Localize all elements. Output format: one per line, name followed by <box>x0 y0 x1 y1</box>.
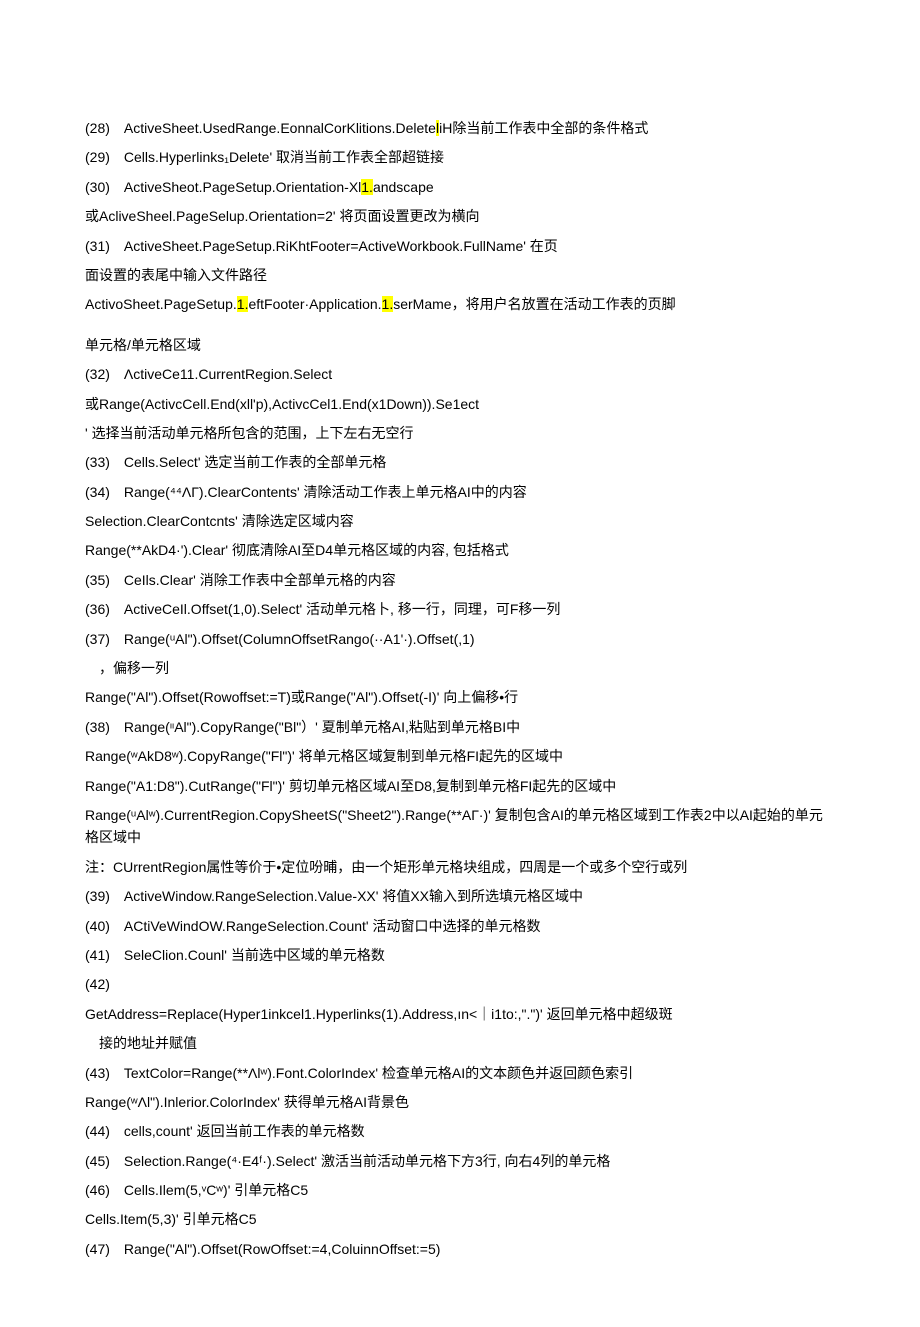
text-line: (34) Range(⁴⁴ΛΓ).ClearContents' 清除活动工作表上… <box>85 481 835 503</box>
text-line: (33) Cells.Select' 选定当前工作表的全部单元格 <box>85 451 835 473</box>
text-line: 或Range(ActivcCell.End(xll'p),ActivcCel1.… <box>85 393 835 415</box>
text-line: (32) ΛctiveCe11.CurrentRegion.Select <box>85 363 835 385</box>
text-line: (35) CeIls.Clear' 消除工作表中全部单元格的内容 <box>85 569 835 591</box>
text-line: Cells.Item(5,3)' 引单元格C5 <box>85 1208 835 1230</box>
document-body: (28) ActiveSheet.UsedRange.EonnalCorKlit… <box>85 117 835 1260</box>
text-line: Range("Al").Offset(Rowoffset:=T)或Range("… <box>85 686 835 708</box>
text-line: Range(**AkD4·').Clear' 彻底清除AI至D4单元格区域的内容… <box>85 539 835 561</box>
text-line: (29) Cells.Hyperlinks₁Delete' 取消当前工作表全部超… <box>85 146 835 168</box>
text-line: (39) ActiveWindow.RangeSelection.Value-X… <box>85 885 835 907</box>
text-line: (37) Range(ᵘAl").Offset(ColumnOffsetRang… <box>85 628 835 650</box>
text-line: (31) ActiveSheet.PageSetup.RiKhtFooter=A… <box>85 235 835 257</box>
text-line: Range("A1:D8").CutRange("Fl")' 剪切单元格区域AI… <box>85 775 835 797</box>
text-line: (38) Range(ᶥᶥAl").CopyRange("Bl"）' 夏制单元格… <box>85 716 835 738</box>
text-line: GetAddress=Replace(Hyper1inkcel1.Hyperli… <box>85 1003 835 1025</box>
text-line: 注：CUrrentRegion属性等价于•定位吩晡，由一个矩形单元格块组成，四周… <box>85 856 835 878</box>
text-line: (43) TextColor=Range(**Λlʷ).Font.ColorIn… <box>85 1062 835 1084</box>
text-line: ' 选择当前活动单元格所包含的范围，上下左右无空行 <box>85 422 835 444</box>
text-line: Range(ʷΛl").Inlerior.ColorIndex' 获得单元格AI… <box>85 1091 835 1113</box>
text-line: Selection.ClearContcnts' 清除选定区域内容 <box>85 510 835 532</box>
text-line: Range(ᵘAlʷ).CurrentRegion.CopySheetS("Sh… <box>85 804 835 849</box>
text-line: 或AcliveSheel.PageSelup.Orientation=2' 将页… <box>85 205 835 227</box>
text-line: Range(ʷAkD8ʷ).CopyRange("Fl")' 将单元格区域复制到… <box>85 745 835 767</box>
text-line: (41) SeleClion.Counl' 当前选中区域的单元格数 <box>85 944 835 966</box>
text-line: (30) ActiveSheot.PageSetup.Orientation-X… <box>85 176 835 198</box>
text-line: (40) ACtiVeWindOW.RangeSelection.Count' … <box>85 915 835 937</box>
text-line: 单元格/单元格区域 <box>85 334 835 356</box>
text-line: ，偏移一列 <box>85 657 835 679</box>
text-line: (28) ActiveSheet.UsedRange.EonnalCorKlit… <box>85 117 835 139</box>
text-line: 面设置的表尾中输入文件路径 <box>85 264 835 286</box>
text-line: (45) Selection.Range(⁴·E4ᶠ·).Select' 激活当… <box>85 1150 835 1172</box>
text-line: (46) Cells.Ilem(5,ᵛCʷ)' 引单元格C5 <box>85 1179 835 1201</box>
text-line: (47) Range("Al").Offset(RowOffset:=4,Col… <box>85 1238 835 1260</box>
text-line: (44) cells,count' 返回当前工作表的单元格数 <box>85 1120 835 1142</box>
text-line: ActivoSheet.PageSetup.1.eftFooter·Applic… <box>85 293 835 315</box>
text-line: (36) ActiveCeIl.Offset(1,0).Select' 活动单元… <box>85 598 835 620</box>
text-line: (42) <box>85 973 835 995</box>
text-line: 接的地址并赋值 <box>85 1032 835 1054</box>
